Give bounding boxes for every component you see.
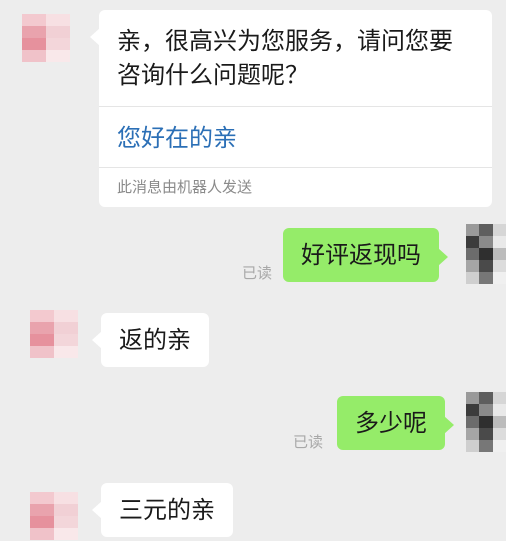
message-text: 三元的亲 bbox=[119, 496, 215, 524]
bot-notice: 此消息由机器人发送 bbox=[117, 178, 253, 196]
message-text: 返的亲 bbox=[119, 326, 191, 354]
message-text: 多少呢 bbox=[355, 409, 427, 437]
quick-reply-link[interactable]: 您好在的亲 bbox=[117, 107, 474, 167]
user-avatar[interactable] bbox=[466, 392, 506, 452]
incoming-message[interactable]: 返的亲 bbox=[92, 313, 209, 367]
message-text: 亲，很高兴为您服务，请问您要咨询什么问题呢？ bbox=[117, 27, 453, 89]
bot-message-card: 亲，很高兴为您服务，请问您要咨询什么问题呢？ 您好在的亲 此消息由机器人发送 bbox=[90, 10, 492, 207]
read-status: 已读 bbox=[293, 433, 324, 451]
message-text: 好评返现吗 bbox=[301, 241, 421, 269]
read-status: 已读 bbox=[242, 264, 273, 282]
contact-avatar[interactable] bbox=[30, 492, 78, 540]
incoming-message[interactable]: 三元的亲 bbox=[92, 483, 233, 537]
outgoing-message[interactable]: 多少呢 bbox=[337, 396, 454, 450]
user-avatar[interactable] bbox=[466, 224, 506, 284]
contact-avatar[interactable] bbox=[22, 14, 70, 62]
outgoing-message[interactable]: 好评返现吗 bbox=[283, 228, 448, 282]
contact-avatar[interactable] bbox=[30, 310, 78, 358]
